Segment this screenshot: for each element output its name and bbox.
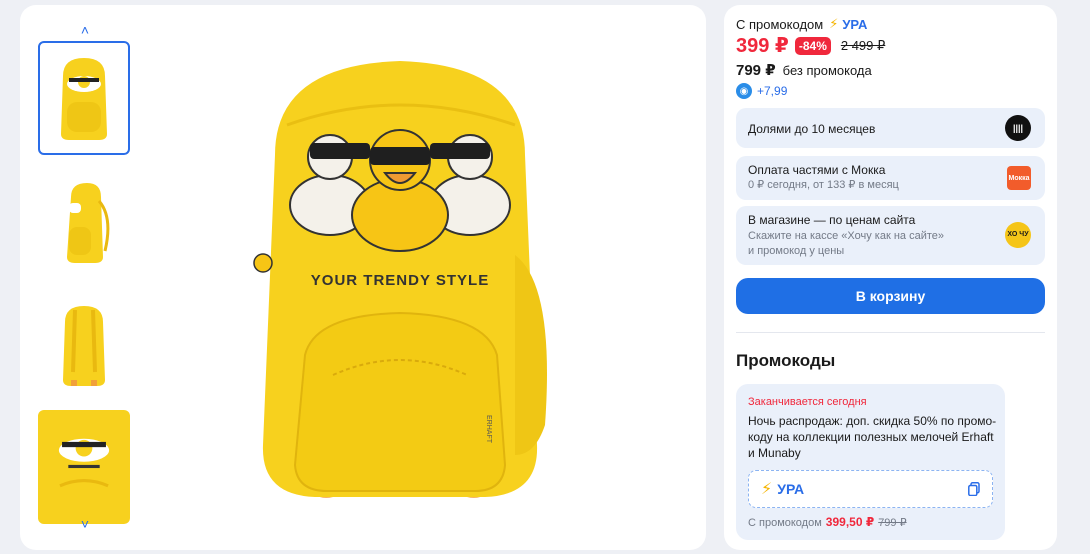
- thumbnail-side[interactable]: [38, 164, 130, 278]
- backpack-detail-thumbnail-image: [58, 438, 110, 488]
- in-store-subtitle-line1: Скажите на кассе «Хочу как на сайте»: [748, 230, 944, 242]
- thumbnails-down-arrow-icon[interactable]: ˅: [38, 513, 132, 535]
- thumbnail-front[interactable]: [38, 41, 130, 155]
- thumbnail-detail[interactable]: [38, 410, 130, 524]
- promocodes-heading: Промокоды: [736, 351, 836, 370]
- backpack-side-thumbnail-image: [67, 183, 110, 263]
- promo-expiry: Заканчивается сегодня: [748, 396, 867, 408]
- current-price: 399 ₽: [736, 35, 789, 57]
- mokka-icon: Мокка: [1007, 166, 1031, 190]
- dolyami-payment-card[interactable]: Долями до 10 месяцев ||||: [736, 108, 1045, 148]
- in-store-price-card[interactable]: В магазине — по ценам сайта Скажите на к…: [736, 206, 1045, 265]
- promo-price-label: С промокодом: [748, 517, 822, 529]
- price-row: 399 ₽ -84% 2 499 ₽: [736, 33, 885, 58]
- hochu-icon: ХО ЧУ: [1005, 222, 1031, 248]
- add-to-cart-button[interactable]: В корзину: [736, 278, 1045, 314]
- promo-price-row: С промокодом 399,50 ₽ 799 ₽: [748, 515, 907, 529]
- promo-code-inline[interactable]: УРА: [842, 17, 867, 32]
- divider: [736, 332, 1045, 333]
- in-store-title: В магазине — по ценам сайта: [748, 213, 916, 227]
- brand-tag-text: ERHAFT: [485, 415, 492, 444]
- thumbnail-back[interactable]: [38, 287, 130, 401]
- backpack-back-thumbnail-image: [63, 306, 105, 386]
- backpack-print-text: YOUR TRENDY STYLE: [311, 272, 489, 289]
- bonus-amount: +7,99: [757, 84, 788, 98]
- price-without-promo-row: 799 ₽ без промокода: [736, 61, 872, 79]
- product-gallery: ˄ ˅ YOUR TRENDY STYLE ERHAFT: [20, 5, 706, 550]
- thumbnails-up-arrow-icon[interactable]: ˄: [38, 19, 132, 41]
- promo-price: 399,50 ₽: [825, 515, 875, 529]
- promo-label: С промокодом: [736, 16, 824, 32]
- in-store-subtitle-line2: и промокод у цены: [748, 245, 845, 257]
- bonus-coin-icon: ◉: [736, 83, 752, 99]
- mokka-subtitle: 0 ₽ сегодня, от 133 ₽ в месяц: [748, 179, 899, 191]
- promo-old-price: 799 ₽: [878, 517, 907, 529]
- backpack-thumbnail-image: [61, 58, 107, 140]
- discount-badge: -84%: [794, 36, 831, 55]
- mokka-payment-card[interactable]: Оплата частями с Мокка 0 ₽ сегодня, от 1…: [736, 156, 1045, 200]
- lightning-icon: ⚡: [829, 16, 839, 31]
- lightning-icon: ⚡: [761, 481, 773, 498]
- mokka-title: Оплата частями с Мокка: [748, 163, 886, 177]
- dolyami-title: Долями до 10 месяцев: [748, 122, 876, 136]
- promo-price-label: С промокодом ⚡ УРА: [736, 16, 867, 32]
- price-without-promo: 799 ₽: [736, 62, 776, 79]
- buy-panel: С промокодом ⚡ УРА 399 ₽ -84% 2 499 ₽ 79…: [724, 5, 1057, 550]
- promo-code: УРА: [777, 481, 805, 497]
- promo-code-box[interactable]: ⚡ УРА: [748, 470, 993, 508]
- thumbnail-strip: ˄ ˅: [38, 5, 132, 550]
- price-without-promo-label: без промокода: [782, 63, 872, 78]
- yellow-duck-backpack-image: YOUR TRENDY STYLE ERHAFT: [253, 61, 547, 498]
- dolyami-icon: ||||: [1005, 115, 1031, 141]
- old-price: 2 499 ₽: [840, 37, 886, 53]
- bonus-row[interactable]: ◉ +7,99: [736, 83, 787, 99]
- promo-card: Заканчивается сегодня Ночь распродаж: до…: [736, 384, 1005, 540]
- promo-description: Ночь распродаж: доп. скидка 50% по промо…: [748, 414, 997, 460]
- main-product-image[interactable]: YOUR TRENDY STYLE ERHAFT: [205, 45, 595, 515]
- copy-icon[interactable]: [968, 482, 980, 496]
